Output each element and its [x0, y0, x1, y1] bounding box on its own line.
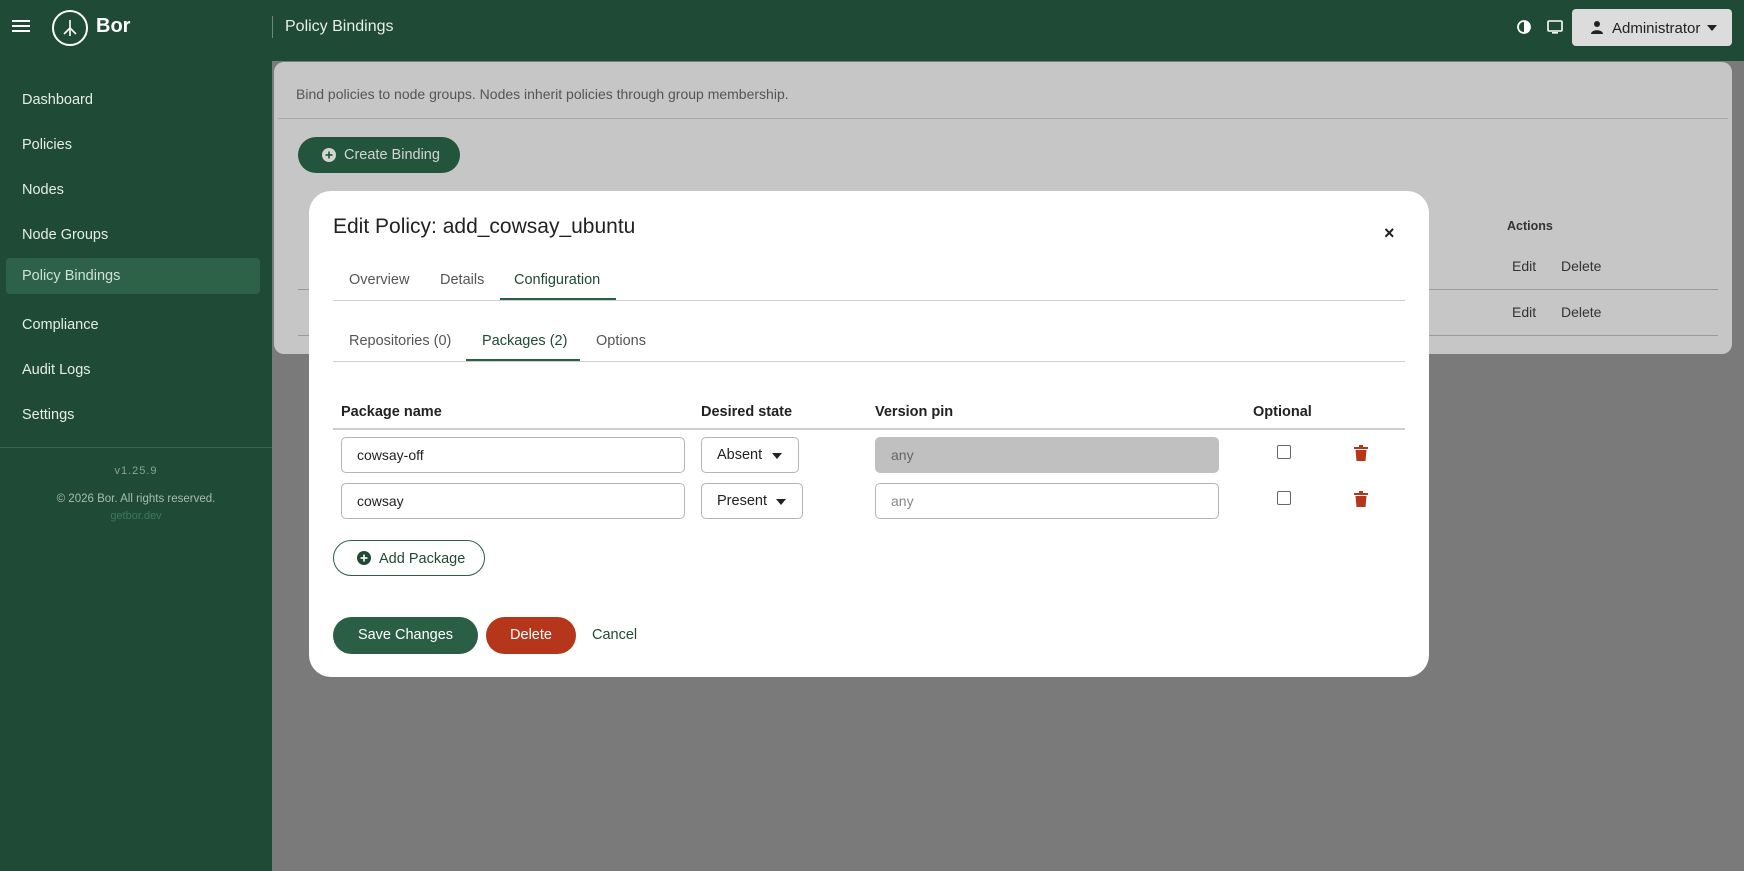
version-pin-field[interactable]: any: [875, 483, 1219, 519]
brand-name[interactable]: Bor: [96, 15, 130, 38]
subtabs-divider: [333, 361, 1405, 362]
menu-icon[interactable]: [12, 17, 30, 35]
logo-mark-icon: [63, 20, 77, 36]
add-package-label: Add Package: [379, 551, 466, 567]
trash-icon[interactable]: [1354, 445, 1368, 461]
edit-policy-modal: Edit Policy: add_cowsay_ubuntu × Overvie…: [309, 191, 1429, 677]
column-version-pin: Version pin: [875, 404, 954, 420]
sidebar: Dashboard Policies Nodes Node Groups Pol…: [0, 61, 272, 871]
save-changes-button[interactable]: Save Changes: [333, 617, 478, 654]
create-binding-button[interactable]: Create Binding: [298, 137, 460, 173]
sidebar-item-node-groups[interactable]: Node Groups: [6, 217, 260, 253]
top-bar: Bor Policy Bindings Administrator: [0, 0, 1744, 61]
sidebar-divider: [0, 447, 272, 448]
close-icon[interactable]: ×: [1384, 223, 1395, 244]
sidebar-item-policy-bindings[interactable]: Policy Bindings: [6, 258, 260, 294]
sidebar-item-dashboard[interactable]: Dashboard: [6, 82, 260, 118]
row-edit-link[interactable]: Edit: [1512, 304, 1536, 320]
tab-configuration[interactable]: Configuration: [514, 272, 600, 288]
desired-state-select[interactable]: Present: [701, 483, 803, 519]
optional-checkbox[interactable]: [1277, 491, 1291, 505]
header-divider: [272, 16, 273, 38]
chevron-down-icon: [1707, 25, 1717, 31]
actions-column-header: Actions: [1507, 219, 1553, 233]
tab-overview[interactable]: Overview: [349, 272, 409, 288]
delete-button[interactable]: Delete: [486, 617, 576, 654]
bor-logo[interactable]: [52, 10, 88, 46]
chevron-down-icon: [776, 499, 786, 505]
copyright-text: © 2026 Bor. All rights reserved.: [56, 493, 216, 505]
add-package-button[interactable]: Add Package: [333, 540, 485, 576]
desired-state-value: Absent: [717, 447, 763, 463]
sidebar-item-nodes[interactable]: Nodes: [6, 172, 260, 208]
chevron-down-icon: [772, 453, 782, 459]
tabs-divider: [333, 300, 1405, 301]
page-title: Policy Bindings: [285, 18, 394, 35]
package-name-field[interactable]: cowsay-off: [341, 437, 685, 473]
page-description: Bind policies to node groups. Nodes inhe…: [296, 86, 789, 102]
table-header-divider: [333, 428, 1405, 430]
sidebar-item-settings[interactable]: Settings: [6, 397, 260, 433]
column-optional: Optional: [1253, 404, 1312, 420]
trash-icon[interactable]: [1354, 491, 1368, 507]
sidebar-item-audit-logs[interactable]: Audit Logs: [6, 352, 260, 388]
sidebar-item-compliance[interactable]: Compliance: [6, 307, 260, 343]
row-delete-link[interactable]: Delete: [1561, 304, 1601, 320]
user-menu-button[interactable]: Administrator: [1572, 9, 1732, 46]
subtab-packages[interactable]: Packages (2): [482, 333, 567, 349]
package-name-field[interactable]: cowsay: [341, 483, 685, 519]
website-link[interactable]: getbor.dev: [0, 510, 272, 522]
app-version: v1.25.9: [114, 465, 158, 477]
contrast-icon[interactable]: [1515, 18, 1533, 36]
optional-checkbox[interactable]: [1277, 445, 1291, 459]
tab-details[interactable]: Details: [440, 272, 484, 288]
column-package-name: Package name: [341, 404, 442, 420]
version-pin-field: any: [875, 437, 1219, 473]
create-binding-label: Create Binding: [344, 147, 440, 163]
subtab-options[interactable]: Options: [596, 333, 646, 349]
subtab-repositories[interactable]: Repositories (0): [349, 333, 451, 349]
plus-circle-icon: [322, 148, 336, 162]
row-delete-link[interactable]: Delete: [1561, 258, 1601, 274]
card-divider: [278, 118, 1728, 119]
desired-state-select[interactable]: Absent: [701, 437, 799, 473]
plus-circle-icon: [357, 551, 371, 565]
row-edit-link[interactable]: Edit: [1512, 258, 1536, 274]
user-menu-label: Administrator: [1612, 20, 1701, 37]
desired-state-value: Present: [717, 493, 767, 509]
user-icon: [1591, 21, 1603, 34]
modal-title: Edit Policy: add_cowsay_ubuntu: [333, 215, 636, 238]
monitor-icon[interactable]: [1546, 18, 1564, 36]
cancel-link[interactable]: Cancel: [592, 627, 637, 643]
sidebar-item-policies[interactable]: Policies: [6, 127, 260, 163]
column-desired-state: Desired state: [701, 404, 793, 420]
